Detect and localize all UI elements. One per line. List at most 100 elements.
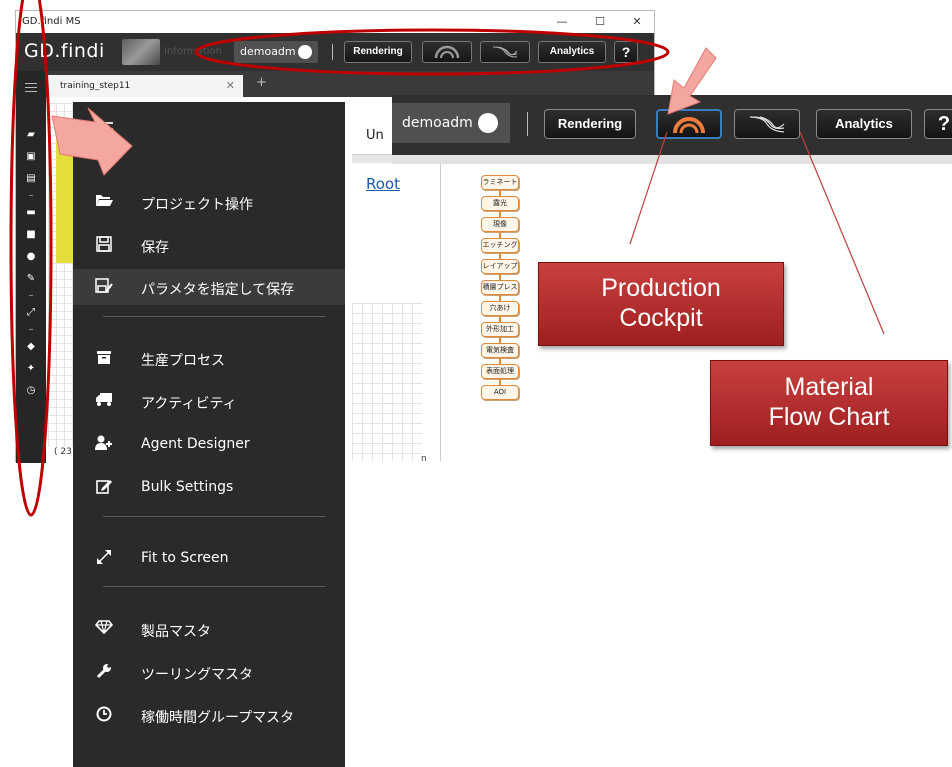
flow-lines-icon (492, 46, 518, 58)
close-button[interactable]: ✕ (619, 13, 655, 31)
wrench-icon[interactable]: ✦ (25, 363, 37, 375)
menu-item-fit-to-screen[interactable]: Fit to Screen (73, 540, 345, 576)
sidebar-divider (29, 195, 33, 196)
zoomed-toolbar-edge (392, 155, 952, 164)
root-area: Root (352, 163, 422, 303)
menu-item-label: 製品マスタ (141, 624, 211, 640)
menu-item-save[interactable]: 保存 (73, 227, 345, 263)
analytics-button[interactable]: Analytics (538, 41, 606, 63)
toolbar-separator (527, 112, 528, 136)
menu-divider (103, 316, 325, 317)
truck-icon (95, 392, 113, 410)
panel-fragment: n (421, 454, 427, 464)
clock-icon (95, 706, 113, 724)
user-name: demoadm (240, 45, 296, 58)
flow-node[interactable]: 外形加工 (481, 322, 519, 337)
menu-item-label: Agent Designer (141, 436, 250, 452)
flow-node[interactable]: 露光 (481, 196, 519, 211)
material-flow-button[interactable] (480, 41, 530, 63)
flow-node[interactable]: AOI (481, 385, 519, 400)
menu-item-production-process[interactable]: 生産プロセス (73, 340, 345, 376)
menu-item-save-params[interactable]: パラメタを指定して保存 (73, 269, 345, 305)
callout-text: Flow Chart (768, 403, 890, 431)
callout-text: Material (784, 373, 874, 401)
side-menu: プロジェクト操作 保存 パラメタを指定して保存 生産プロセス アクティビティ A… (73, 102, 345, 767)
menu-item-label: Fit to Screen (141, 550, 229, 566)
truck-icon[interactable]: ■ (25, 229, 37, 241)
flow-node[interactable]: ラミネート (481, 175, 519, 190)
diamond-icon (94, 620, 114, 638)
diamond-icon[interactable]: ◆ (25, 341, 37, 353)
gauge-icon (673, 117, 705, 134)
flow-node[interactable]: エッチング (481, 238, 519, 253)
minimize-button[interactable]: — (544, 13, 580, 31)
app-toolbar: GD.findi Information demoadm Rendering A… (16, 33, 654, 71)
user-add-icon[interactable]: ● (25, 251, 37, 263)
hierarchy-panel: Un Root (352, 117, 422, 461)
save-params-icon[interactable]: ▤ (25, 173, 37, 185)
gauge-icon (434, 45, 460, 59)
menu-item-bulk-settings[interactable]: Bulk Settings (73, 469, 345, 505)
archive-icon[interactable]: ▬ (25, 207, 37, 219)
clock-icon[interactable]: ◷ (25, 385, 37, 397)
help-button-zoomed[interactable]: ? (924, 109, 952, 139)
tab-close-icon[interactable]: ✕ (226, 75, 235, 97)
menu-item-activity[interactable]: アクティビティ (73, 383, 345, 419)
user-menu-zoomed[interactable]: demoadm (392, 103, 510, 143)
analytics-button-zoomed[interactable]: Analytics (816, 109, 912, 139)
rendering-button[interactable]: Rendering (344, 41, 412, 63)
flow-node[interactable]: 電気検査 (481, 343, 519, 358)
menu-item-label: 保存 (141, 240, 169, 256)
production-cockpit-button[interactable] (422, 41, 472, 63)
tab-label: training_step11 (60, 81, 131, 91)
callout-production-cockpit: Production Cockpit (538, 262, 784, 346)
expand-icon (95, 549, 113, 567)
flow-node[interactable]: 穴あけ (481, 301, 519, 316)
maximize-button[interactable]: ☐ (582, 13, 618, 31)
flow-node[interactable]: 現像 (481, 217, 519, 232)
flow-node[interactable]: 表面処理 (481, 364, 519, 379)
menu-divider (103, 586, 325, 587)
edit-icon (95, 478, 113, 496)
edit-icon[interactable]: ✎ (25, 273, 37, 285)
menu-item-label: 稼働時間グループマスタ (141, 710, 295, 726)
menu-item-label: アクティビティ (141, 396, 237, 412)
callout-material-flow-chart: Material Flow Chart (710, 360, 948, 446)
hamburger-icon[interactable] (95, 122, 113, 136)
folder-open-icon (95, 193, 113, 211)
wrench-icon (95, 663, 113, 681)
expand-icon[interactable]: ⤢ (25, 307, 37, 319)
information-link[interactable]: Information (164, 46, 222, 57)
tab-training-step11[interactable]: training_step11 ✕ (48, 75, 243, 97)
save-icon (95, 236, 113, 254)
sidebar-divider (29, 329, 33, 330)
menu-item-label: 生産プロセス (141, 353, 225, 369)
menu-item-operating-time-master[interactable]: 稼働時間グループマスタ (73, 697, 345, 733)
folder-open-icon[interactable]: ▰ (25, 129, 37, 141)
user-menu[interactable]: demoadm (234, 41, 318, 63)
menu-item-project[interactable]: プロジェクト操作 (73, 184, 345, 220)
menu-item-label: ツーリングマスタ (141, 667, 253, 683)
logo-image (122, 39, 160, 65)
collapsed-sidebar: ▰ ▣ ▤ ▬ ■ ● ✎ ⤢ ◆ ✦ ◷ (16, 71, 46, 463)
material-flow-button-zoomed[interactable] (734, 109, 800, 139)
root-link[interactable]: Root (366, 175, 400, 193)
save-params-icon (95, 278, 113, 296)
hamburger-icon[interactable] (25, 83, 37, 92)
add-tab-button[interactable]: + (256, 75, 267, 90)
canvas-element[interactable] (56, 121, 74, 263)
production-cockpit-button-zoomed[interactable] (656, 109, 722, 139)
save-icon[interactable]: ▣ (25, 151, 37, 163)
callout-text: Production (601, 274, 721, 302)
menu-divider (103, 516, 325, 517)
flow-node[interactable]: レイアップ (481, 259, 519, 274)
panel-grid (352, 303, 422, 461)
app-logo: GD.findi (24, 40, 105, 62)
menu-item-agent-designer[interactable]: Agent Designer (73, 426, 345, 462)
flow-node[interactable]: 積層プレス (481, 280, 519, 295)
rendering-button-zoomed[interactable]: Rendering (544, 109, 636, 139)
help-button[interactable]: ? (614, 41, 638, 63)
menu-item-product-master[interactable]: 製品マスタ (73, 611, 345, 647)
menu-item-tooling-master[interactable]: ツーリングマスタ (73, 654, 345, 690)
user-name: demoadm (402, 115, 473, 131)
